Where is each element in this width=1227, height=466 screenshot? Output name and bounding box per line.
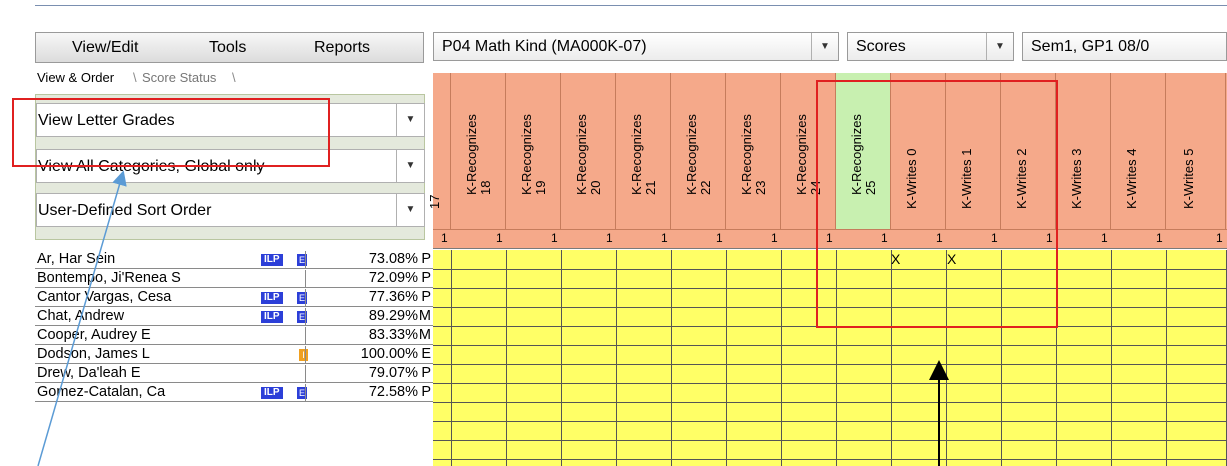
blue-arrow (37, 170, 127, 466)
annotation-arrows (37, 170, 949, 466)
